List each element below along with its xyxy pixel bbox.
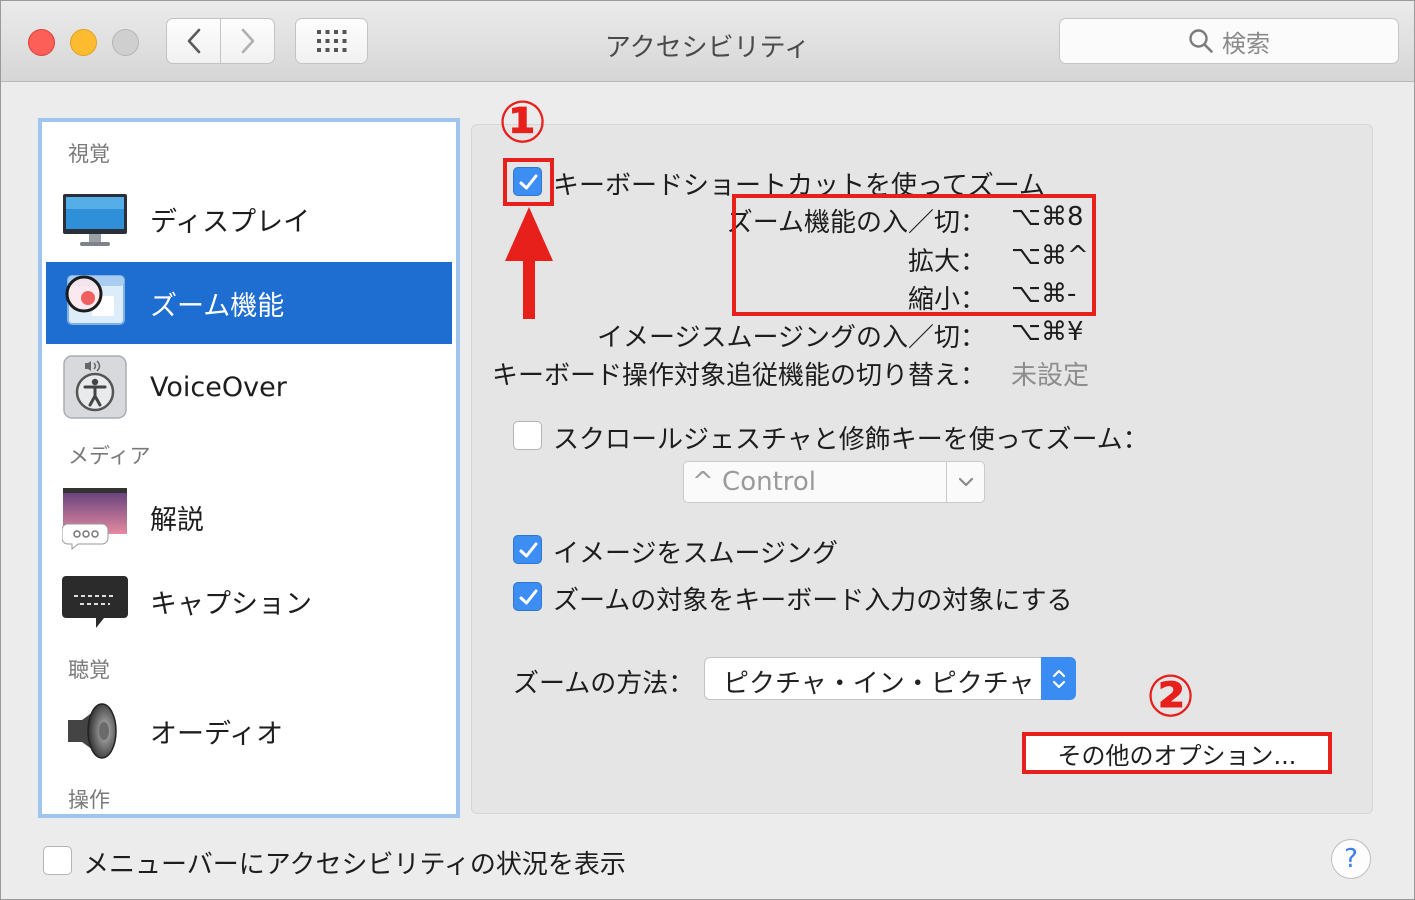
section-header-vision: 視覚 <box>68 142 110 166</box>
zoom-icon <box>65 275 125 325</box>
scroll-gesture-checkbox[interactable] <box>513 421 542 450</box>
shortcut-label-focus-follow: キーボード操作対象追従機能の切り替え： <box>491 361 986 391</box>
speaker-icon <box>68 703 117 759</box>
follow-focus-checkbox[interactable] <box>513 582 542 611</box>
smooth-images-checkbox[interactable] <box>513 535 542 564</box>
sidebar-item-voiceover[interactable]: VoiceOver <box>46 346 452 428</box>
zoom-style-label: ズームの方法： <box>513 669 695 699</box>
sidebar-item-label: ズーム機能 <box>150 290 285 322</box>
checkmark-icon <box>519 542 538 558</box>
annotation-arrow-up-icon <box>505 207 553 319</box>
annotation-highlight-checkbox <box>503 158 554 206</box>
scroll-gesture-label: スクロールジェスチャと修飾キーを使ってズーム： <box>553 425 1149 455</box>
follow-focus-label: ズームの対象をキーボード入力の対象にする <box>553 586 1073 616</box>
sidebar-item-audio[interactable]: オーディオ <box>46 690 452 772</box>
sidebar-item-display[interactable]: ディスプレイ <box>46 178 452 260</box>
voiceover-icon <box>63 355 127 419</box>
section-header-hearing: 聴覚 <box>68 658 110 682</box>
shortcut-keys-focus-follow: 未設定 <box>1011 361 1090 391</box>
sidebar-item-descriptions[interactable]: 解説 <box>46 476 452 558</box>
category-list[interactable]: 視覚 ディスプレイ ズーム機能 VoiceOver メディア 解説 キャプション… <box>38 118 460 818</box>
sidebar-item-label: 解説 <box>150 504 204 536</box>
section-header-interaction: 操作 <box>68 788 110 812</box>
sidebar-item-zoom[interactable]: ズーム機能 <box>46 262 452 344</box>
sidebar-item-label: オーディオ <box>150 718 284 750</box>
annotation-step-2: ② <box>1146 662 1196 730</box>
modifier-key-popup[interactable]: ^ Control <box>683 461 985 503</box>
sidebar-item-label: キャプション <box>150 588 312 620</box>
chevron-down-icon <box>946 462 984 502</box>
shortcut-keys-smoothing: ⌥⌘¥ <box>1011 317 1084 347</box>
question-mark-icon: ? <box>1344 844 1358 874</box>
annotation-highlight-shortcuts <box>732 194 1096 316</box>
zoom-style-popup[interactable]: ピクチャ・イン・ピクチャ <box>704 657 1076 700</box>
help-button[interactable]: ? <box>1331 839 1371 879</box>
sidebar-item-captions[interactable]: キャプション <box>46 560 452 642</box>
title-bar: アクセシビリティ 検索 <box>1 1 1414 82</box>
menubar-status-label: メニューバーにアクセシビリティの状況を表示 <box>83 850 626 880</box>
descriptions-icon <box>62 488 127 550</box>
section-header-media: メディア <box>68 444 151 468</box>
shortcut-label-smoothing: イメージスムージングの入／切： <box>597 323 986 353</box>
sidebar-item-label: VoiceOver <box>150 371 287 403</box>
menubar-status-checkbox[interactable] <box>43 846 72 875</box>
search-field[interactable]: 検索 <box>1059 18 1399 64</box>
search-placeholder: 検索 <box>1222 29 1270 58</box>
modifier-key-value: ^ Control <box>692 467 817 497</box>
captions-icon <box>62 576 128 628</box>
display-icon <box>63 194 127 246</box>
more-options-label: その他のオプション... <box>1057 741 1297 770</box>
search-icon <box>1189 29 1213 53</box>
more-options-button[interactable]: その他のオプション... <box>1022 732 1332 774</box>
zoom-style-value: ピクチャ・イン・ピクチャ <box>723 669 1035 699</box>
preferences-window: アクセシビリティ 検索 視覚 ディスプレイ ズーム機能 VoiceOver メデ… <box>0 0 1415 900</box>
annotation-step-1: ① <box>498 88 548 156</box>
smooth-images-label: イメージをスムージング <box>553 539 838 569</box>
checkmark-icon <box>519 589 538 605</box>
stepper-arrows-icon <box>1041 657 1076 700</box>
sidebar-item-label: ディスプレイ <box>150 206 311 238</box>
